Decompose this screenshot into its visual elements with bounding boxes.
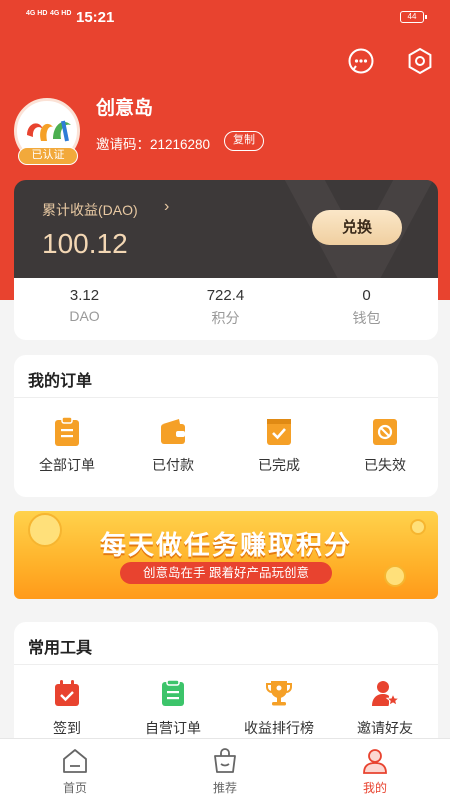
status-time: 15:21 [76,9,115,26]
username: 创意岛 [96,98,154,119]
user-star-icon [370,678,401,708]
banner-title: 每天做任务赚取积分 [99,530,352,560]
tab-recommend[interactable]: 推荐 [150,747,300,796]
calendar-check-icon [52,678,82,708]
stat-dao[interactable]: 3.12 DAO [14,287,155,324]
tools-title: 常用工具 [28,640,93,657]
stat-label: DAO [69,308,100,324]
earnings-card[interactable]: 累计收益(DAO) › 100.12 兑换 [14,180,438,278]
stat-value: 3.12 [69,287,100,304]
check-box-icon [264,415,294,447]
stats-row: 3.12 DAO 722.4 积分 0 钱包 [14,278,438,340]
order-label: 全部订单 [39,457,95,473]
order-completed[interactable]: 已完成 [226,415,332,475]
tools-section: 常用工具 签到 自营订单 收益排行榜 邀请好友 [14,622,438,752]
order-label: 已付款 [152,457,194,473]
order-invalid[interactable]: 已失效 [332,415,438,475]
wallet-icon [158,415,188,447]
stat-label: 钱包 [352,310,381,326]
tool-label: 收益排行榜 [244,720,314,736]
banner-subtitle: 创意岛在手 跟着好产品玩创意 [120,562,332,584]
stat-wallet[interactable]: 0 钱包 [296,287,437,328]
tool-label: 签到 [53,720,81,736]
signal-indicator-2: 4G HD [50,10,72,17]
bottom-tab-bar: 首页 推荐 我的 [0,738,450,800]
order-label: 已完成 [258,457,300,473]
tool-label: 自营订单 [145,720,201,736]
divider [14,397,438,398]
tool-self-orders[interactable]: 自营订单 [120,678,226,738]
user-icon [361,747,389,775]
tool-checkin[interactable]: 签到 [14,678,120,738]
clipboard-list-icon [52,415,82,447]
stat-value: 0 [362,287,371,304]
invalid-icon [370,415,400,447]
document-icon [158,678,188,708]
order-paid[interactable]: 已付款 [120,415,226,475]
orders-title: 我的订单 [28,373,93,390]
orders-section: 我的订单 全部订单 已付款 已完成 已失效 [14,355,438,497]
tab-label: 我的 [362,781,387,795]
stat-label: 积分 [211,310,240,326]
task-banner[interactable]: 每天做任务赚取积分 创意岛在手 跟着好产品玩创意 [14,511,438,599]
order-label: 已失效 [364,457,406,473]
invite-code-row: 邀请码：21216280 [96,133,210,153]
shopping-bag-icon [211,747,239,775]
verified-badge: 已认证 [18,147,78,165]
tab-label: 推荐 [212,781,237,795]
tab-label: 首页 [62,781,87,795]
tab-home[interactable]: 首页 [0,747,150,796]
invite-label: 邀请码： [96,137,150,152]
order-all[interactable]: 全部订单 [14,415,120,475]
chevron-right-icon[interactable]: › [164,198,169,216]
invite-code: 21216280 [150,137,211,152]
brand-logo-icon [27,120,71,142]
tool-invite[interactable]: 邀请好友 [332,678,438,738]
exchange-button[interactable]: 兑换 [312,210,402,245]
divider [14,664,438,665]
battery-icon: 44 [400,11,427,23]
tab-mine[interactable]: 我的 [300,747,450,796]
tool-label: 邀请好友 [357,720,413,736]
stat-value: 722.4 [206,287,245,304]
copy-button[interactable]: 复制 [224,131,264,151]
earnings-value: 100.12 [42,228,128,259]
message-icon[interactable] [347,47,375,75]
stat-points[interactable]: 722.4 积分 [155,287,296,328]
coin-decoration [384,565,406,587]
trophy-icon [264,678,294,708]
tool-ranking[interactable]: 收益排行榜 [226,678,332,738]
home-icon [61,747,89,775]
signal-indicator: 4G HD [26,10,48,17]
status-bar: 4G HD 4G HD 15:21 44 [0,0,450,34]
settings-icon[interactable] [406,47,434,75]
earnings-label: 累计收益(DAO) [42,202,138,218]
